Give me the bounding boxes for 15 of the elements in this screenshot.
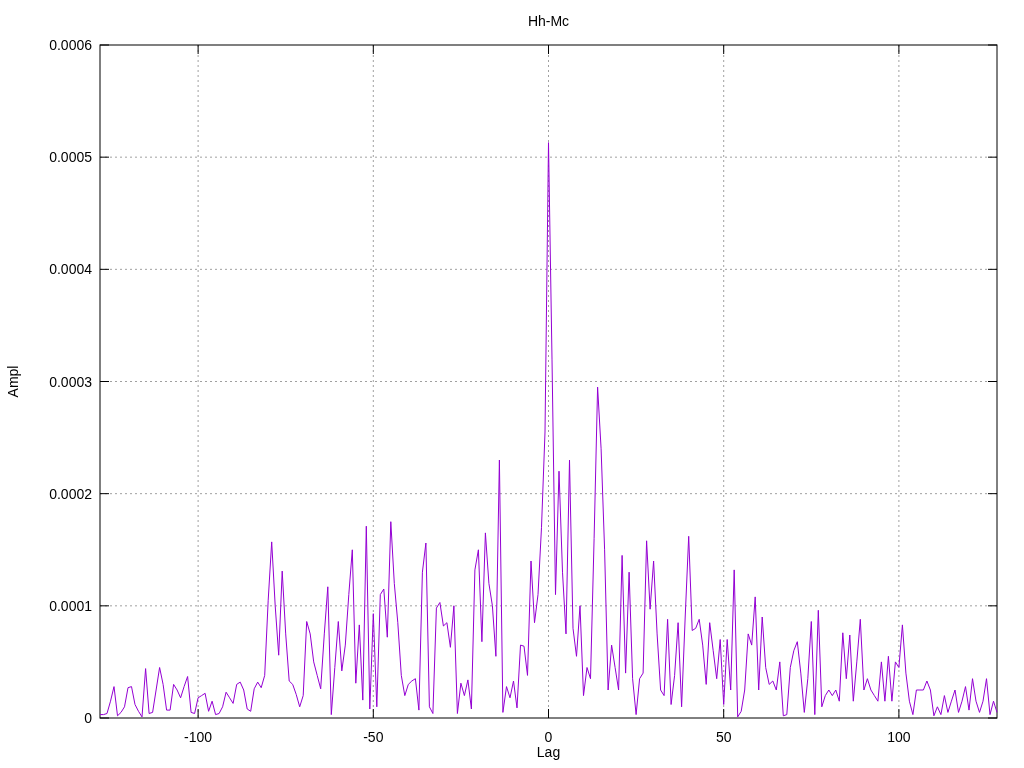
tick-label: 0 [544, 729, 553, 745]
axis-label: Lag [536, 744, 561, 760]
tick-label: 100 [887, 729, 911, 745]
tick-label: -100 [184, 729, 213, 745]
tick-label: 0.0005 [49, 149, 92, 166]
tick-label: 0.0004 [49, 261, 92, 278]
tick-label: 0.0003 [49, 373, 92, 390]
tick-label: -50 [363, 729, 384, 745]
tick-label: 0.0002 [49, 485, 92, 502]
axis-label: Ampl [5, 365, 21, 398]
tick-label: 0 [84, 710, 92, 726]
chart-title: Hh-Mc [527, 13, 570, 29]
tick-label: 0.0001 [49, 597, 92, 614]
tick-label: 50 [715, 729, 732, 745]
tick-label: 0.0006 [49, 37, 92, 53]
